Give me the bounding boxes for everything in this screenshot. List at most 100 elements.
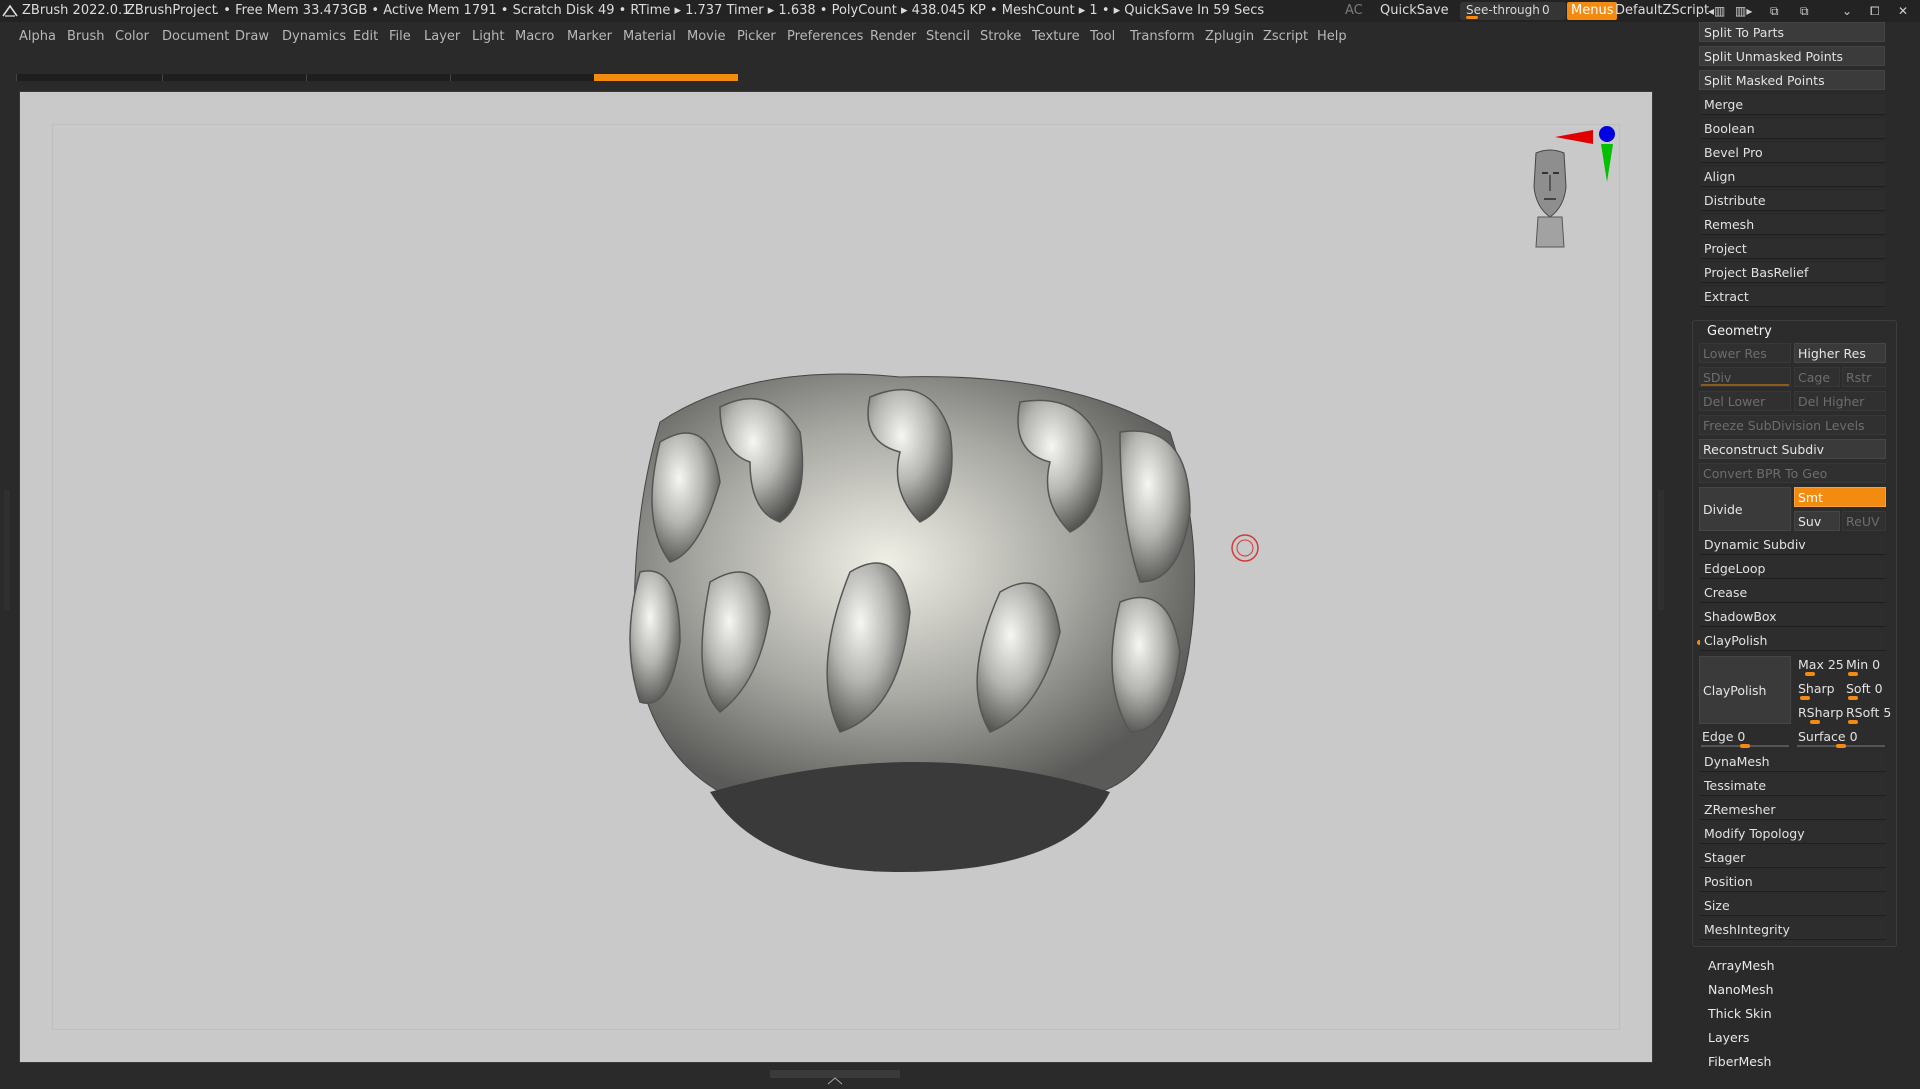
menu-tool[interactable]: Tool: [1090, 24, 1115, 50]
menu-movie[interactable]: Movie: [687, 24, 725, 50]
layout-left-icon[interactable]: ◂▥: [1708, 0, 1725, 22]
max-slider-knob[interactable]: [1805, 672, 1815, 676]
layers-section[interactable]: Layers: [1708, 1030, 1749, 1045]
thick-skin-section[interactable]: Thick Skin: [1708, 1006, 1772, 1021]
swap-ui-icon[interactable]: ⧉: [1770, 0, 1779, 22]
distribute-section[interactable]: Distribute: [1700, 191, 1886, 211]
default-zscript-button[interactable]: DefaultZScript: [1615, 0, 1709, 22]
menu-texture[interactable]: Texture: [1032, 24, 1080, 50]
menu-picker[interactable]: Picker: [737, 24, 776, 50]
fibermesh-section[interactable]: FiberMesh: [1708, 1054, 1771, 1069]
max-slider[interactable]: Max 25: [1795, 655, 1844, 675]
active-tab-indicator[interactable]: [594, 74, 738, 81]
lower-res-button[interactable]: Lower Res: [1699, 343, 1791, 363]
menu-color[interactable]: Color: [115, 24, 149, 50]
menu-dynamics[interactable]: Dynamics: [282, 24, 346, 50]
min-slider-knob[interactable]: [1848, 672, 1858, 676]
boolean-section[interactable]: Boolean: [1700, 119, 1886, 139]
position-section[interactable]: Position: [1700, 872, 1886, 892]
left-tray-handle[interactable]: [4, 490, 10, 610]
project-section[interactable]: Project: [1700, 239, 1886, 259]
reconstruct-subdiv-button[interactable]: Reconstruct Subdiv: [1699, 439, 1886, 459]
right-tray-handle[interactable]: [1658, 490, 1664, 610]
align-section[interactable]: Align: [1700, 167, 1886, 187]
menu-stroke[interactable]: Stroke: [980, 24, 1021, 50]
meshintegrity-section[interactable]: MeshIntegrity: [1700, 920, 1886, 940]
arraymesh-section[interactable]: ArrayMesh: [1708, 958, 1775, 973]
sdiv-slider-track[interactable]: [1701, 384, 1789, 386]
see-through-slider[interactable]: See-through 0: [1460, 2, 1566, 20]
edgeloop-section[interactable]: EdgeLoop: [1700, 559, 1886, 579]
bottom-tray-handle[interactable]: [770, 1070, 900, 1085]
menus-toggle-button[interactable]: Menus: [1567, 2, 1618, 20]
ac-indicator[interactable]: AC: [1345, 0, 1363, 22]
close-icon[interactable]: ✕: [1898, 0, 1908, 22]
smt-toggle[interactable]: Smt: [1794, 487, 1886, 507]
project-basrelief-section[interactable]: Project BasRelief: [1700, 263, 1886, 283]
dynamic-subdiv-section[interactable]: Dynamic Subdiv: [1700, 535, 1886, 555]
restore-ui-icon[interactable]: ⧉: [1800, 0, 1809, 22]
higher-res-button[interactable]: Higher Res: [1794, 343, 1886, 363]
menu-material[interactable]: Material: [623, 24, 676, 50]
document-tab-strip[interactable]: [16, 74, 738, 81]
rsharp-slider-knob[interactable]: [1810, 720, 1820, 724]
menu-marker[interactable]: Marker: [567, 24, 612, 50]
split-unmasked-points-button[interactable]: Split Unmasked Points: [1699, 46, 1885, 66]
bevel-pro-section[interactable]: Bevel Pro: [1700, 143, 1886, 163]
cage-button[interactable]: Cage: [1794, 367, 1840, 387]
rstr-button[interactable]: Rstr: [1842, 367, 1886, 387]
del-lower-button[interactable]: Del Lower: [1699, 391, 1791, 411]
menu-preferences[interactable]: Preferences: [787, 24, 863, 50]
menu-alpha[interactable]: Alpha: [19, 24, 56, 50]
menu-help[interactable]: Help: [1317, 24, 1347, 50]
split-to-parts-button[interactable]: Split To Parts: [1699, 22, 1885, 42]
menu-stencil[interactable]: Stencil: [926, 24, 970, 50]
reuv-toggle[interactable]: ReUV: [1842, 511, 1886, 531]
layout-right-icon[interactable]: ▥▸: [1735, 0, 1752, 22]
quicksave-button[interactable]: QuickSave: [1380, 0, 1449, 22]
crease-section[interactable]: Crease: [1700, 583, 1886, 603]
merge-section[interactable]: Merge: [1700, 95, 1886, 115]
nanomesh-section[interactable]: NanoMesh: [1708, 982, 1774, 997]
rsoft-slider-knob[interactable]: [1848, 720, 1858, 724]
remesh-section[interactable]: Remesh: [1700, 215, 1886, 235]
edge-slider-knob[interactable]: [1740, 744, 1750, 748]
menu-transform[interactable]: Transform: [1130, 24, 1195, 50]
soft-slider-knob[interactable]: [1848, 696, 1858, 700]
menu-draw[interactable]: Draw: [235, 24, 269, 50]
menu-document[interactable]: Document: [162, 24, 229, 50]
tessimate-section[interactable]: Tessimate: [1700, 776, 1886, 796]
menu-zplugin[interactable]: Zplugin: [1205, 24, 1254, 50]
freeze-subdivision-button[interactable]: Freeze SubDivision Levels: [1699, 415, 1886, 435]
menu-brush[interactable]: Brush: [67, 24, 105, 50]
maximize-icon[interactable]: ⧠: [1870, 0, 1880, 22]
menu-macro[interactable]: Macro: [515, 24, 554, 50]
claypolish-section[interactable]: ClayPolish: [1700, 631, 1886, 651]
menu-edit[interactable]: Edit: [353, 24, 378, 50]
stager-section[interactable]: Stager: [1700, 848, 1886, 868]
geometry-header[interactable]: Geometry: [1707, 324, 1772, 339]
axis-gizmo-icon[interactable]: [1555, 122, 1625, 192]
sculpt-mesh[interactable]: [600, 352, 1230, 872]
minimize-icon[interactable]: ⌄: [1842, 0, 1852, 22]
menu-file[interactable]: File: [389, 24, 411, 50]
zremesher-section[interactable]: ZRemesher: [1700, 800, 1886, 820]
see-through-knob[interactable]: [1466, 16, 1478, 19]
extract-section[interactable]: Extract: [1700, 287, 1886, 307]
surface-slider-knob[interactable]: [1836, 744, 1846, 748]
menu-zscript[interactable]: Zscript: [1263, 24, 1308, 50]
del-higher-button[interactable]: Del Higher: [1794, 391, 1886, 411]
convert-bpr-button[interactable]: Convert BPR To Geo: [1699, 463, 1886, 483]
canvas-viewport[interactable]: [19, 91, 1653, 1063]
dynamesh-section[interactable]: DynaMesh: [1700, 752, 1886, 772]
shadowbox-section[interactable]: ShadowBox: [1700, 607, 1886, 627]
suv-toggle[interactable]: Suv: [1794, 511, 1840, 531]
sharp-slider-knob[interactable]: [1800, 696, 1810, 700]
split-masked-points-button[interactable]: Split Masked Points: [1699, 70, 1885, 90]
claypolish-button[interactable]: ClayPolish: [1699, 656, 1791, 724]
divide-button[interactable]: Divide: [1699, 487, 1791, 531]
menu-layer[interactable]: Layer: [424, 24, 460, 50]
modify-topology-section[interactable]: Modify Topology: [1700, 824, 1886, 844]
menu-render[interactable]: Render: [870, 24, 916, 50]
menu-light[interactable]: Light: [472, 24, 504, 50]
